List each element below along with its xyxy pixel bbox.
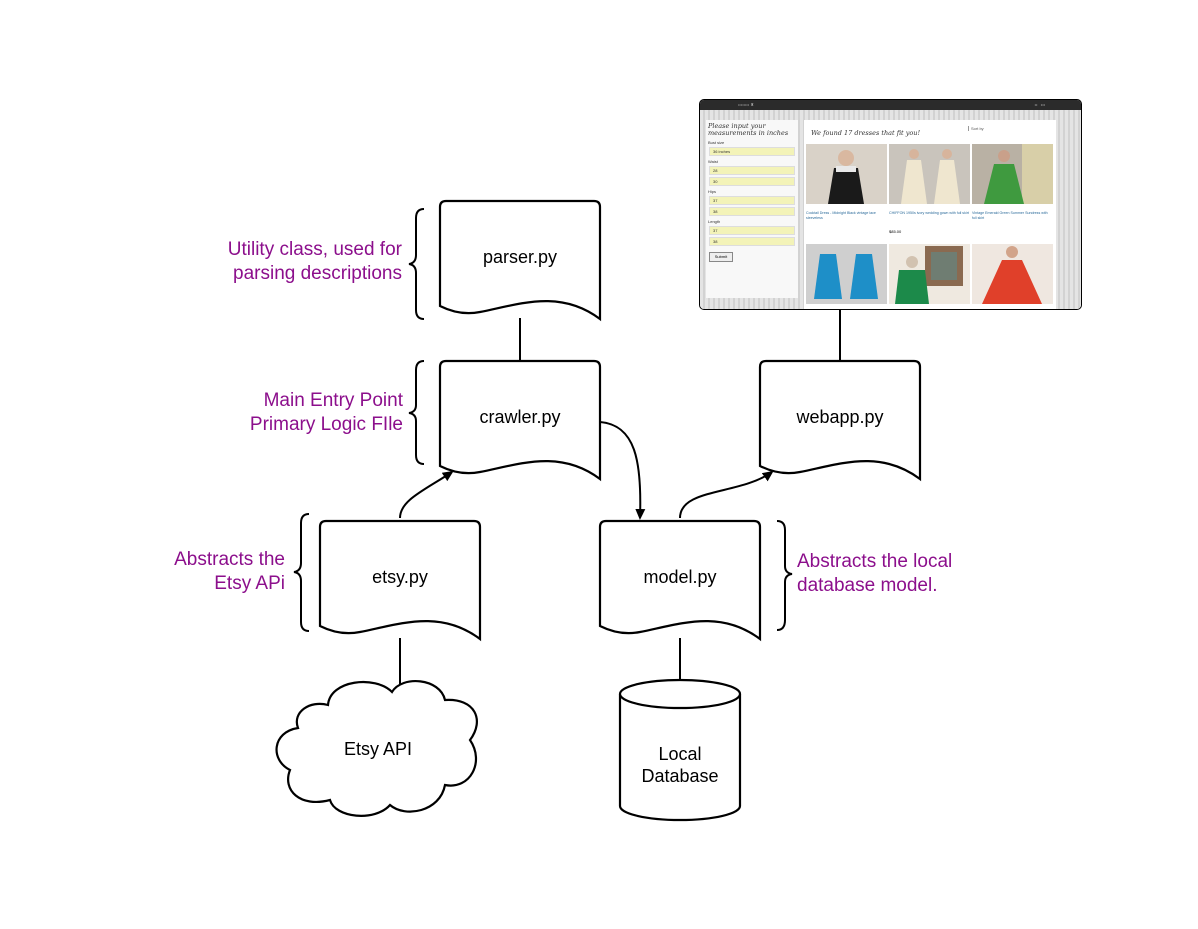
dress-caption: Vintage Emerald Green Summer Sundress wi… (972, 211, 1048, 220)
model-note-line1: Abstracts the local (797, 551, 952, 572)
parser-note-line1: Utility class, used for (228, 239, 403, 260)
waist-max-input[interactable]: 30 (709, 177, 795, 186)
measurement-form: Please input your measurements in inches… (706, 120, 798, 298)
parser-file-label: parser.py (483, 247, 557, 267)
crawler-brace (408, 360, 425, 465)
dress-tile[interactable]: CHIFFON 1950s ivory wedding gown with fu… (889, 144, 970, 234)
database-label-line1: Local (658, 744, 701, 764)
form-title: Please input your measurements in inches (708, 122, 789, 137)
waist-min-input[interactable]: 28 (709, 166, 795, 175)
webapp-screenshot: •••••••• ♜ •• ••• Please input your meas… (699, 99, 1082, 310)
field-label: Length (708, 219, 721, 224)
etsy-api-cloud: Etsy API (275, 680, 478, 817)
model-to-webapp-arrow (679, 470, 774, 519)
results-panel: We found 17 dresses that fit you! Sort b… (804, 120, 1056, 309)
dress-tile[interactable] (889, 244, 970, 309)
webapp-nav: •• ••• (1034, 102, 1045, 107)
dress-tile[interactable]: Vintage Emerald Green Summer Sundress wi… (972, 144, 1053, 229)
crawler-note-line1: Main Entry Point (264, 390, 404, 411)
hips-max-input[interactable]: 38 (709, 207, 795, 216)
model-file-label: model.py (643, 567, 716, 587)
dress-photo (972, 244, 1053, 304)
crawler-file-node: crawler.py (438, 359, 602, 482)
parser-note-line2: parsing descriptions (233, 263, 402, 284)
field-label: Bust size (708, 140, 725, 145)
length-max-input[interactable]: 38 (709, 237, 795, 246)
submit-button[interactable]: Submit (709, 252, 733, 262)
etsy-to-crawler-arrow (399, 470, 454, 519)
dress-price: $85.00 (889, 229, 902, 234)
webapp-topbar: •••••••• ♜ •• ••• (700, 100, 1081, 110)
bust-input[interactable]: 36 inches (709, 147, 795, 156)
parser-brace (408, 208, 425, 320)
dress-photo (972, 144, 1053, 204)
webapp-brand: •••••••• ♜ (738, 102, 754, 107)
etsy-note-line2: Etsy APi (214, 573, 285, 594)
length-min-input[interactable]: 37 (709, 226, 795, 235)
crawler-to-model-arrow (599, 421, 646, 520)
sort-control[interactable]: Sort by (968, 126, 984, 131)
dress-caption: CHIFFON 1950s ivory wedding gown with fu… (889, 211, 969, 215)
dress-tile[interactable] (972, 244, 1053, 309)
field-label: Hips (708, 189, 717, 194)
model-file-node: model.py (598, 519, 762, 642)
dress-photo (806, 144, 887, 204)
model-brace (776, 520, 793, 631)
database-label-line2: Database (641, 766, 718, 786)
hips-min-input[interactable]: 37 (709, 196, 795, 205)
parser-file-node: parser.py (438, 199, 602, 322)
etsy-brace (293, 513, 310, 632)
etsy-file-node: etsy.py (318, 519, 482, 642)
dress-caption: Cocktail Dress - Midnight Black vintage … (806, 211, 876, 220)
dress-photo (806, 244, 887, 304)
dress-photo (889, 244, 970, 304)
etsy-api-cloud-label: Etsy API (344, 739, 412, 759)
dress-photo (889, 144, 970, 204)
field-label: Waist (708, 159, 718, 164)
dress-tile[interactable]: Cocktail Dress - Midnight Black vintage … (806, 144, 887, 229)
crawler-file-label: crawler.py (479, 407, 560, 427)
dress-tile[interactable] (806, 244, 887, 309)
local-database-cylinder: Local Database (618, 678, 742, 822)
etsy-file-label: etsy.py (372, 567, 428, 587)
etsy-note-line1: Abstracts the (174, 549, 285, 570)
results-heading: We found 17 dresses that fit you! (811, 129, 921, 137)
model-note-line2: database model. (797, 575, 938, 596)
crawler-note-line2: Primary Logic FIle (250, 414, 403, 435)
webapp-file-label: webapp.py (795, 407, 883, 427)
webapp-file-node: webapp.py (758, 359, 922, 482)
